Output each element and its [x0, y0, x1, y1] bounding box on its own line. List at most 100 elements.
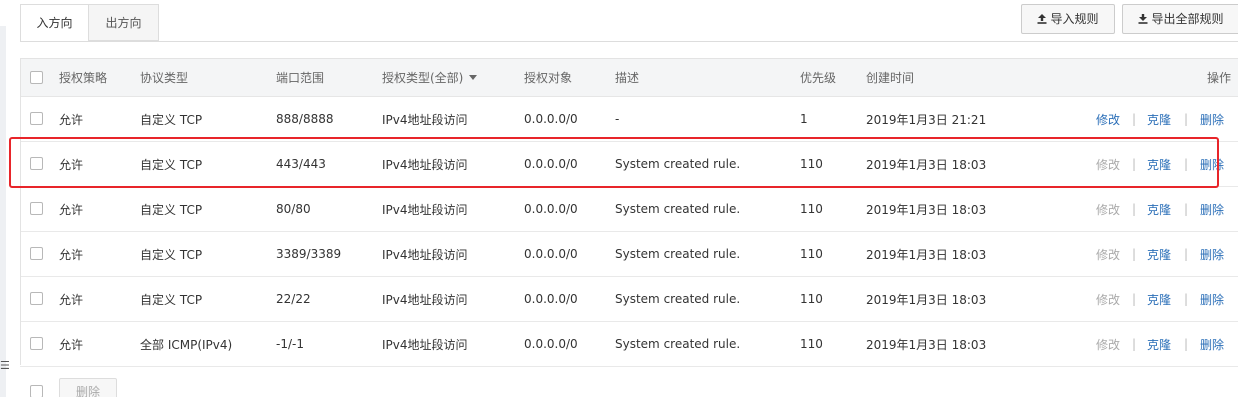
header-protocol: 协议类型	[140, 71, 189, 85]
cell-priority: 110	[800, 292, 823, 306]
cell-port: 3389/3389	[276, 247, 342, 261]
table-row: 允许 自定义 TCP 80/80 IPv4地址段访问 0.0.0.0/0 Sys…	[20, 187, 1238, 232]
cell-description: System created rule.	[615, 247, 741, 261]
export-all-rules-button[interactable]: 导出全部规则	[1122, 4, 1238, 34]
tab-outbound[interactable]: 出方向	[89, 4, 159, 41]
clone-link[interactable]: 克隆	[1147, 97, 1171, 141]
cell-protocol: 自定义 TCP	[140, 202, 203, 217]
cell-created-time: 2019年1月3日 18:03	[866, 292, 987, 307]
export-all-rules-label: 导出全部规则	[1151, 12, 1224, 26]
menu-icon[interactable]: ☰	[0, 358, 10, 374]
cell-priority: 110	[800, 337, 823, 351]
cell-policy: 允许	[59, 292, 84, 307]
cell-object: 0.0.0.0/0	[524, 337, 578, 351]
clone-link[interactable]: 克隆	[1147, 232, 1171, 276]
cell-created-time: 2019年1月3日 18:03	[866, 247, 987, 262]
cell-created-time: 2019年1月3日 21:21	[866, 112, 987, 127]
cell-priority: 110	[800, 202, 823, 216]
cell-protocol: 自定义 TCP	[140, 247, 203, 262]
table-row: 允许 自定义 TCP 3389/3389 IPv4地址段访问 0.0.0.0/0…	[20, 232, 1238, 277]
caret-down-icon	[469, 75, 478, 80]
delete-link[interactable]: 删除	[1200, 187, 1224, 231]
row-checkbox[interactable]	[30, 247, 43, 260]
separator: |	[1132, 247, 1137, 261]
header-port: 端口范围	[276, 71, 325, 85]
separator: |	[1184, 292, 1189, 306]
separator: |	[1132, 337, 1137, 351]
cell-object: 0.0.0.0/0	[524, 202, 578, 216]
clone-link[interactable]: 克隆	[1147, 322, 1171, 366]
cell-created-time: 2019年1月3日 18:03	[866, 337, 987, 352]
clone-link[interactable]: 克隆	[1147, 187, 1171, 231]
cell-auth-type: IPv4地址段访问	[382, 112, 468, 127]
cell-auth-type: IPv4地址段访问	[382, 337, 468, 352]
cell-protocol: 自定义 TCP	[140, 112, 203, 127]
select-all-checkbox[interactable]	[30, 70, 43, 84]
cell-protocol: 自定义 TCP	[140, 157, 203, 172]
edit-link-disabled: 修改	[1096, 292, 1121, 307]
cell-priority: 110	[800, 247, 823, 261]
row-checkbox[interactable]	[30, 112, 43, 125]
separator: |	[1132, 202, 1137, 216]
import-rules-button[interactable]: 导入规则	[1021, 4, 1115, 34]
cell-object: 0.0.0.0/0	[524, 292, 578, 306]
cell-auth-type: IPv4地址段访问	[382, 202, 468, 217]
edit-link[interactable]: 修改	[1096, 97, 1120, 141]
header-description: 描述	[615, 71, 640, 85]
cell-description: System created rule.	[615, 157, 741, 171]
header-created-time: 创建时间	[866, 71, 915, 85]
upload-icon	[1037, 14, 1047, 24]
cell-description: -	[615, 112, 620, 126]
cell-policy: 允许	[59, 112, 84, 127]
table-border	[20, 58, 21, 365]
cell-auth-type: IPv4地址段访问	[382, 292, 468, 307]
clone-link[interactable]: 克隆	[1147, 142, 1171, 186]
cell-policy: 允许	[59, 157, 84, 172]
delete-link[interactable]: 删除	[1200, 232, 1224, 276]
separator: |	[1184, 337, 1189, 351]
cell-policy: 允许	[59, 202, 84, 217]
row-checkbox[interactable]	[30, 337, 43, 350]
cell-protocol: 自定义 TCP	[140, 292, 203, 307]
header-policy: 授权策略	[59, 71, 108, 85]
delete-link[interactable]: 删除	[1200, 322, 1224, 366]
row-checkbox[interactable]	[30, 202, 43, 215]
batch-delete-button[interactable]: 删除	[59, 378, 117, 397]
delete-link[interactable]: 删除	[1200, 142, 1224, 186]
cell-auth-type: IPv4地址段访问	[382, 247, 468, 262]
cell-auth-type: IPv4地址段访问	[382, 157, 468, 172]
cell-object: 0.0.0.0/0	[524, 157, 578, 171]
import-rules-label: 导入规则	[1050, 12, 1099, 26]
delete-link[interactable]: 删除	[1200, 97, 1224, 141]
separator: |	[1184, 112, 1189, 126]
header-object: 授权对象	[524, 71, 573, 85]
cell-description: System created rule.	[615, 292, 741, 306]
delete-link[interactable]: 删除	[1200, 277, 1224, 321]
row-checkbox[interactable]	[30, 292, 43, 305]
table-row: 允许 自定义 TCP 443/443 IPv4地址段访问 0.0.0.0/0 S…	[20, 142, 1238, 187]
separator: |	[1184, 202, 1189, 216]
separator: |	[1132, 292, 1137, 306]
cell-policy: 允许	[59, 247, 84, 262]
edit-link-disabled: 修改	[1096, 202, 1121, 217]
header-auth-type-filter[interactable]: 授权类型(全部)	[382, 59, 478, 96]
cell-port: -1/-1	[276, 337, 304, 351]
header-auth-type-label: 授权类型(全部)	[382, 71, 464, 85]
cell-description: System created rule.	[615, 202, 741, 216]
cell-object: 0.0.0.0/0	[524, 112, 578, 126]
select-all-footer-checkbox[interactable]	[30, 385, 43, 397]
edit-link-disabled: 修改	[1096, 157, 1121, 172]
cell-policy: 允许	[59, 337, 84, 352]
cell-priority: 110	[800, 157, 823, 171]
download-icon	[1138, 14, 1148, 24]
row-checkbox[interactable]	[30, 157, 43, 170]
cell-created-time: 2019年1月3日 18:03	[866, 202, 987, 217]
table-header: 授权策略 协议类型 端口范围 授权类型(全部) 授权对象 描述 优先级 创建时间…	[20, 59, 1238, 97]
clone-link[interactable]: 克隆	[1147, 277, 1171, 321]
tab-inbound[interactable]: 入方向	[20, 4, 89, 42]
sidebar-edge	[0, 26, 6, 397]
cell-description: System created rule.	[615, 337, 741, 351]
cell-port: 888/8888	[276, 112, 334, 126]
cell-port: 22/22	[276, 292, 311, 306]
separator: |	[1184, 247, 1189, 261]
